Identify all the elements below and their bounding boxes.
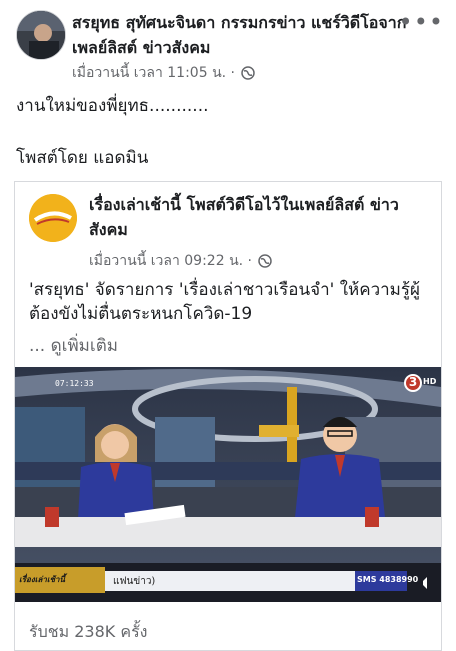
post-meta: เมื่อวานนี้ เวลา 11:05 น. · <box>72 64 255 82</box>
view-count: รับชม 238K ครั้ง <box>29 622 148 641</box>
post-header: สรยุทธ สุทัศนะจินดา กรรมกรข่าว แชร์วิดีโ… <box>10 8 450 88</box>
ticker-label: แฟนข่าว) <box>113 576 156 587</box>
globe-icon <box>241 66 255 80</box>
post-timestamp[interactable]: เมื่อวานนี้ เวลา 11:05 น. · <box>72 64 235 82</box>
shared-meta: เมื่อวานนี้ เวลา 09:22 น. · <box>89 250 272 272</box>
page-logo[interactable] <box>29 194 77 242</box>
shared-description: 'สรยุทธ' จัดรายการ 'เรื่องเล่าชาวเรือนจำ… <box>29 280 420 324</box>
hd-label: HD <box>423 377 437 386</box>
post-text: งานใหม่ของพี่ยุทธ........... <box>16 96 209 116</box>
video-player[interactable]: 07:12:33 3 HD เรื่องเล่าเช้านี้ แฟนข่าว)… <box>15 367 441 602</box>
author-avatar[interactable] <box>16 10 66 60</box>
more-icon[interactable]: ••• <box>399 10 444 34</box>
volume-icon[interactable] <box>417 571 437 591</box>
post-text-author-note: โพสต์โดย แอดมิน <box>16 148 149 168</box>
shared-title[interactable]: เรื่องเล่าเช้านี้ โพสต์วิดีโอไว้ในเพลย์ล… <box>89 192 429 242</box>
author-line[interactable]: สรยุทธ สุทัศนะจินดา กรรมกรข่าว แชร์วิดีโ… <box>72 10 412 60</box>
shared-post-card[interactable]: เรื่องเล่าเช้านี้ โพสต์วิดีโอไว้ในเพลย์ล… <box>14 181 442 651</box>
globe-icon <box>258 254 272 268</box>
video-frame <box>15 367 441 602</box>
see-more-link[interactable]: ... ดูเพิ่มเติม <box>29 332 118 359</box>
shared-timestamp[interactable]: เมื่อวานนี้ เวลา 09:22 น. · <box>89 250 252 272</box>
channel-3-badge: 3 <box>408 375 418 389</box>
show-logo-label: เรื่องเล่าเช้านี้ <box>19 575 65 584</box>
sms-label: SMS 4838990 <box>357 575 419 584</box>
video-timestamp: 07:12:33 <box>55 379 94 388</box>
